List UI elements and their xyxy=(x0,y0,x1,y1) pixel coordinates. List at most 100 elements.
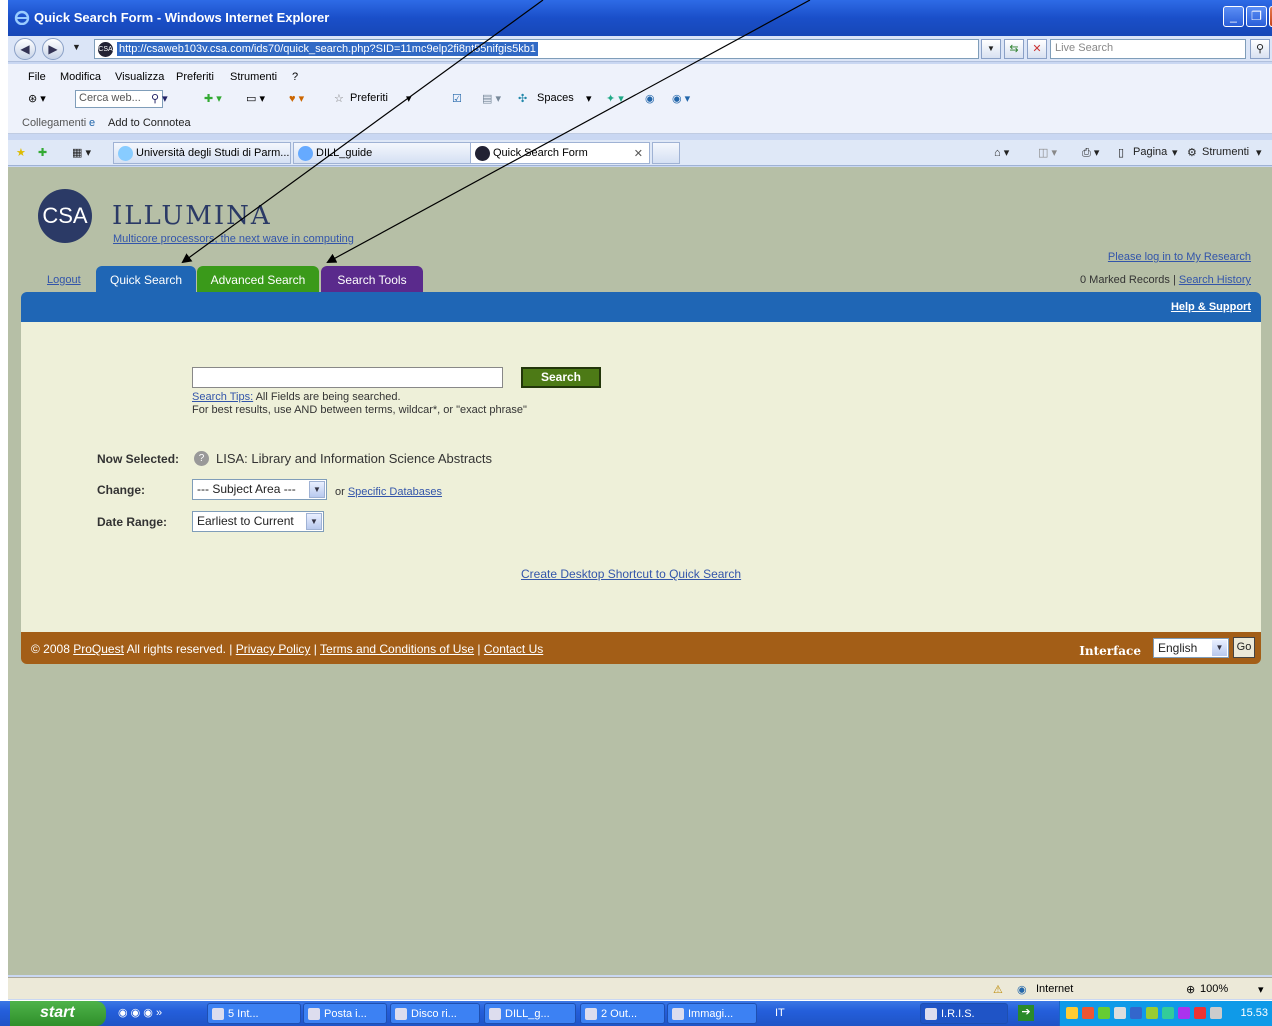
date-range-select[interactable]: Earliest to Current ▼ xyxy=(192,511,324,532)
history-dropdown-icon[interactable]: ▼ xyxy=(72,42,81,52)
restore-button[interactable]: ❐ xyxy=(1246,6,1267,27)
tray-icon[interactable] xyxy=(1082,1007,1094,1019)
zoom-level[interactable]: 100% xyxy=(1200,983,1228,995)
print-icon[interactable]: ⎙ ▾ xyxy=(1082,146,1099,160)
desktop-shortcut-link[interactable]: Create Desktop Shortcut to Quick Search xyxy=(521,567,741,581)
address-dropdown-icon[interactable]: ▼ xyxy=(981,39,1001,59)
subject-area-select[interactable]: --- Subject Area --- ▼ xyxy=(192,479,327,500)
tray-icon[interactable] xyxy=(1114,1007,1126,1019)
spaces-dropdown-icon[interactable]: ▾ xyxy=(586,92,592,105)
refresh-icon[interactable]: ⇆ xyxy=(1004,39,1024,59)
minimize-button[interactable]: _ xyxy=(1223,6,1244,27)
tray-icon[interactable] xyxy=(1066,1007,1078,1019)
nav-bar: Help & Support xyxy=(21,292,1261,322)
favorites-center-icon[interactable]: ★ xyxy=(16,146,26,159)
tools-dropdown-icon[interactable]: ▾ xyxy=(1256,146,1262,159)
add-to-connotea-link[interactable]: Add to Connotea xyxy=(108,117,191,129)
tray-icon[interactable] xyxy=(1178,1007,1190,1019)
menu-preferiti[interactable]: Preferiti xyxy=(176,71,214,83)
add-icon[interactable]: ✚ ▾ xyxy=(204,92,222,105)
zoom-dropdown-icon[interactable]: ▾ xyxy=(1258,983,1264,996)
logout-link[interactable]: Logout xyxy=(47,274,81,286)
search-input[interactable] xyxy=(192,367,503,388)
tab-quick-search-form[interactable]: Quick Search Form ✕ xyxy=(470,142,650,164)
menu-visualizza[interactable]: Visualizza xyxy=(115,71,164,83)
tray-icon[interactable] xyxy=(1098,1007,1110,1019)
tray-icon[interactable] xyxy=(1194,1007,1206,1019)
tagline-link[interactable]: Multicore processors, the next wave in c… xyxy=(113,233,354,245)
taskbar-item-ie[interactable]: 5 Int... xyxy=(207,1003,301,1024)
note-icon[interactable]: ☑ xyxy=(452,92,462,105)
help-support-link[interactable]: Help & Support xyxy=(1171,301,1251,313)
zoom-icon: ⊕ xyxy=(1186,984,1196,996)
taskbar-item-word[interactable]: DILL_g... xyxy=(484,1003,576,1024)
close-tab-icon[interactable]: ✕ xyxy=(634,147,643,160)
tab-search-tools[interactable]: Search Tools xyxy=(321,266,423,292)
web-search-icon[interactable]: ⚲ ▾ xyxy=(151,92,168,105)
globe-icon xyxy=(118,146,133,161)
news-icon[interactable]: ▤ ▾ xyxy=(482,92,501,105)
taskbar-item-images[interactable]: Immagi... xyxy=(667,1003,757,1024)
go-button[interactable]: Go xyxy=(1233,637,1255,658)
tray-icon[interactable] xyxy=(1162,1007,1174,1019)
favorites-dropdown-icon[interactable]: ▾ xyxy=(406,92,412,105)
tab-universita[interactable]: Università degli Studi di Parm... xyxy=(113,142,291,164)
feeds-icon[interactable]: ◫ ▾ xyxy=(1038,146,1057,159)
search-icon[interactable]: ⚲ xyxy=(1250,39,1270,59)
search-history-link[interactable]: Search History xyxy=(1179,274,1251,286)
search-button[interactable]: Search xyxy=(521,367,601,388)
tab-advanced-search[interactable]: Advanced Search xyxy=(197,266,319,292)
taskbar-item-outlook[interactable]: 2 Out... xyxy=(580,1003,665,1024)
menu-help[interactable]: ? xyxy=(292,71,298,83)
tab-dill-guide[interactable]: DILL_guide xyxy=(293,142,471,164)
taskbar-item-disk[interactable]: Disco ri... xyxy=(390,1003,480,1024)
menu-modifica[interactable]: Modifica xyxy=(60,71,101,83)
new-tab-button[interactable] xyxy=(652,142,680,164)
quick-tabs-icon[interactable]: ▦ ▾ xyxy=(72,146,91,159)
tray-icon[interactable] xyxy=(1130,1007,1142,1019)
menu-file[interactable]: File xyxy=(28,71,46,83)
taskbar-item-mail[interactable]: Posta i... xyxy=(303,1003,387,1024)
browser-tab-strip: ★ ✚ ▦ ▾ Università degli Studi di Parm..… xyxy=(8,140,1272,166)
zone-text: Internet xyxy=(1036,983,1074,995)
volume-icon[interactable] xyxy=(1210,1007,1222,1019)
language-select[interactable]: English ▼ xyxy=(1153,638,1229,658)
terms-link[interactable]: Terms and Conditions of Use xyxy=(320,642,474,656)
back-icon[interactable]: ◀ xyxy=(14,38,36,60)
live-search-input[interactable]: Live Search xyxy=(1050,39,1246,59)
specific-databases-link[interactable]: Specific Databases xyxy=(348,486,442,498)
start-button[interactable]: start xyxy=(10,1001,106,1026)
page-menu-dropdown-icon[interactable]: ▾ xyxy=(1172,146,1178,159)
home-icon[interactable]: ⌂ ▾ xyxy=(994,146,1009,159)
forward-icon[interactable]: ▶ xyxy=(42,38,64,60)
contact-us-link[interactable]: Contact Us xyxy=(484,642,543,656)
date-range-label: Date Range: xyxy=(97,515,168,529)
arrow-icon[interactable]: ➔ xyxy=(1018,1005,1034,1021)
add-favorite-icon[interactable]: ✚ xyxy=(38,146,47,159)
tray-icon[interactable] xyxy=(1146,1007,1158,1019)
language-indicator[interactable]: IT xyxy=(775,1007,785,1019)
search-tips-link[interactable]: Search Tips: xyxy=(192,391,253,403)
tools-menu[interactable]: Strumenti xyxy=(1202,146,1249,158)
toolbar-logo-icon[interactable]: ⊛ ▾ xyxy=(28,92,46,105)
menu-strumenti[interactable]: Strumenti xyxy=(230,71,277,83)
stop-icon[interactable]: ✕ xyxy=(1027,39,1047,59)
my-research-login-link[interactable]: Please log in to My Research xyxy=(1108,251,1251,263)
security-icon[interactable]: ◉ xyxy=(645,92,655,105)
help-icon[interactable]: ◉ ▾ xyxy=(672,92,690,105)
favorites-button[interactable]: Preferiti xyxy=(350,92,388,104)
help-question-icon[interactable]: ? xyxy=(194,451,209,466)
chevron-down-icon: ▼ xyxy=(309,481,325,498)
address-field[interactable]: CSA http://csaweb103v.csa.com/ids70/quic… xyxy=(94,39,979,59)
web-search-input[interactable]: Cerca web... xyxy=(75,90,163,108)
mail-icon[interactable]: ▭ ▾ xyxy=(246,92,265,105)
quick-launch-icon[interactable]: ◉ ◉ ◉ » xyxy=(118,1006,162,1019)
proquest-link[interactable]: ProQuest xyxy=(73,642,124,656)
privacy-policy-link[interactable]: Privacy Policy xyxy=(236,642,311,656)
highlight-icon[interactable]: ♥ ▾ xyxy=(289,92,304,105)
spaces-button[interactable]: Spaces xyxy=(537,92,574,104)
tab-quick-search[interactable]: Quick Search xyxy=(96,266,196,292)
page-menu[interactable]: Pagina xyxy=(1133,146,1167,158)
iris-toolbar[interactable]: I.R.I.S. xyxy=(920,1003,1008,1024)
messenger-icon[interactable]: ✦ ▾ xyxy=(606,92,624,105)
